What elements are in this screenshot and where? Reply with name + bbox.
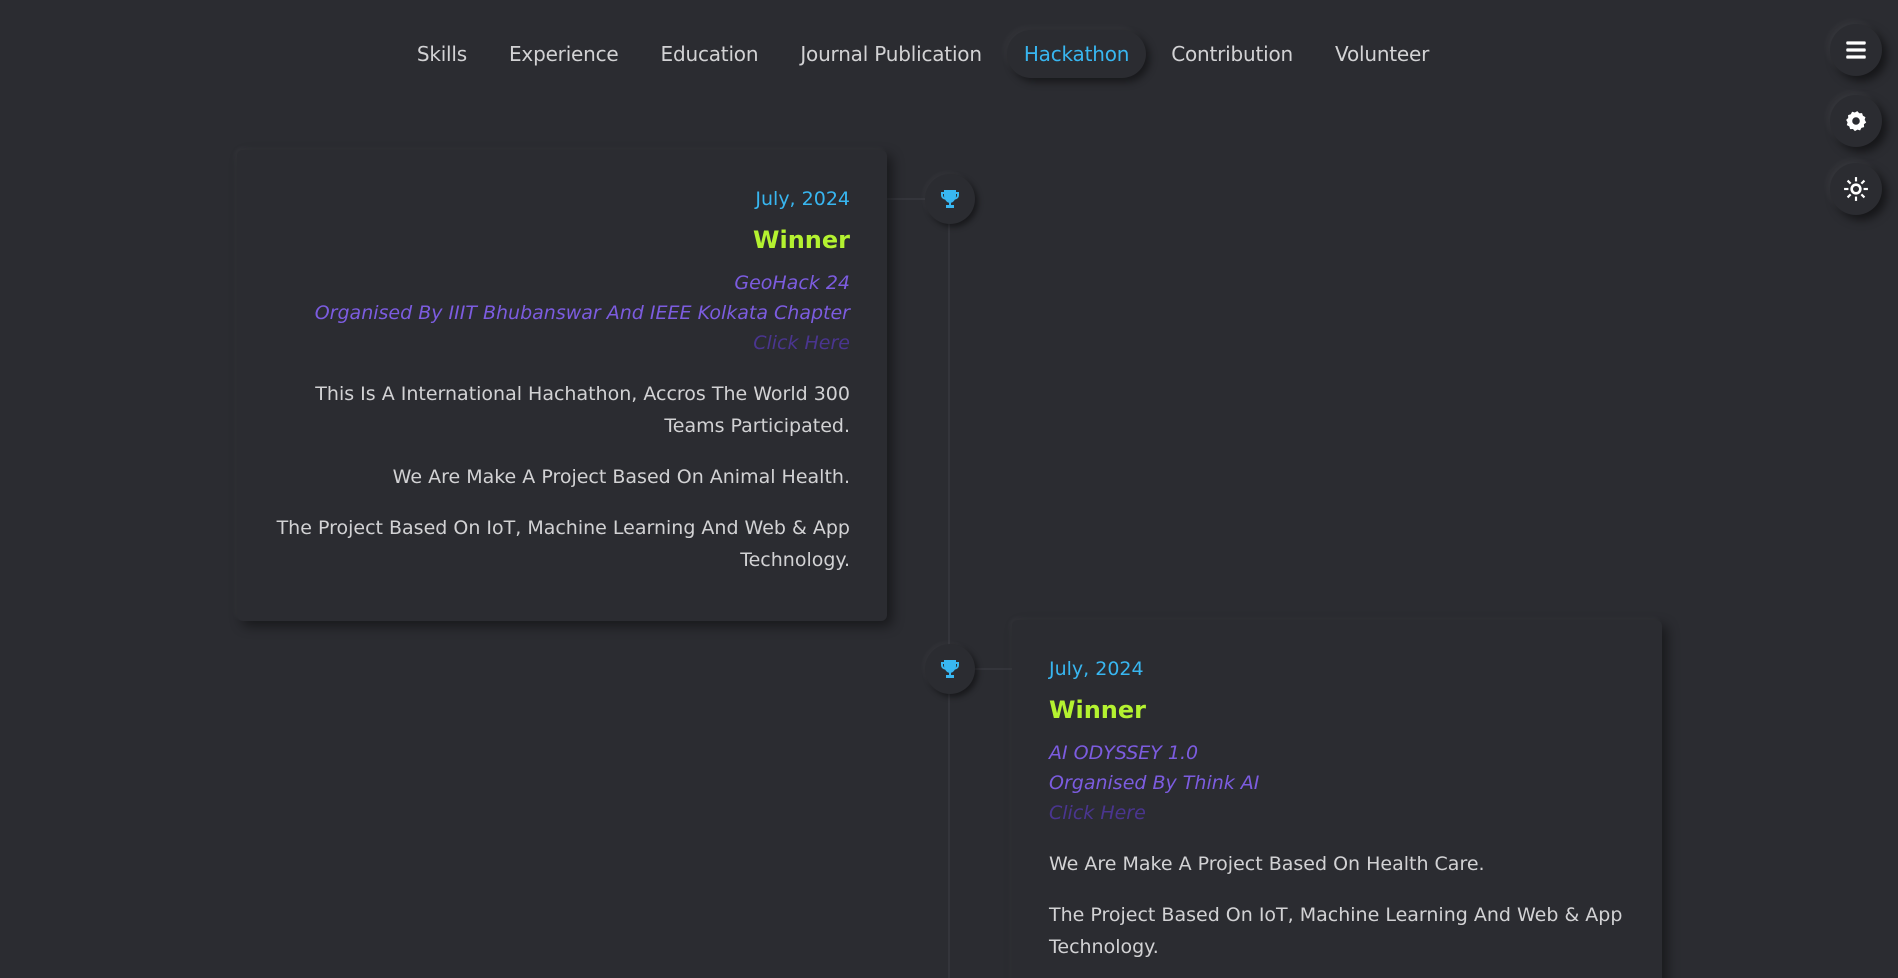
timeline-line [948, 200, 950, 978]
description-paragraph: The Project Based On IoT, Machine Learni… [1049, 904, 1623, 958]
description-paragraph: This Is A International Hachathon, Accro… [315, 383, 850, 437]
description-paragraph: The Project Based On IoT, Machine Learni… [276, 517, 850, 571]
theme-toggle-icon [1844, 177, 1868, 201]
organiser: Organised By Think AI [1049, 772, 1260, 794]
hackathon-card: July, 2024 Winner AI ODYSSEY 1.0 Organis… [1012, 620, 1662, 978]
tab-skills[interactable]: Skills [400, 30, 484, 78]
event-name: AI ODYSSEY 1.0 [1049, 742, 1199, 764]
trophy-icon [941, 190, 959, 208]
settings-button[interactable] [1830, 95, 1882, 147]
description-paragraph: We Are Make A Project Based On Animal He… [392, 466, 850, 488]
organiser: Organised By IIIT Bhubanswar And IEEE Ko… [314, 302, 850, 324]
tab-education[interactable]: Education [644, 30, 776, 78]
card-title: Winner [753, 226, 850, 254]
timeline-connector [974, 668, 1014, 670]
tab-experience[interactable]: Experience [492, 30, 636, 78]
section-tabs: Skills Experience Education Journal Publ… [0, 30, 1898, 78]
description-paragraph: We Are Make A Project Based On Health Ca… [1049, 853, 1485, 875]
event-name: GeoHack 24 [734, 272, 850, 294]
trophy-icon [941, 660, 959, 678]
tab-hackathon[interactable]: Hackathon [1006, 30, 1147, 78]
click-here-link[interactable]: Click Here [274, 328, 850, 358]
card-date: July, 2024 [1049, 658, 1144, 680]
gear-icon [1846, 111, 1867, 132]
card-date: July, 2024 [755, 188, 850, 210]
tab-journal-publication[interactable]: Journal Publication [783, 30, 998, 78]
tab-volunteer[interactable]: Volunteer [1318, 30, 1446, 78]
menu-button[interactable] [1830, 24, 1882, 76]
timeline-node [925, 174, 975, 224]
card-title: Winner [1049, 696, 1146, 724]
tab-contribution[interactable]: Contribution [1154, 30, 1310, 78]
click-here-link[interactable]: Click Here [1049, 798, 1625, 828]
menu-icon [1846, 41, 1866, 59]
timeline-connector [886, 198, 926, 200]
timeline-node [925, 644, 975, 694]
hackathon-card: July, 2024 Winner GeoHack 24 Organised B… [237, 150, 887, 621]
theme-toggle-button[interactable] [1830, 163, 1882, 215]
